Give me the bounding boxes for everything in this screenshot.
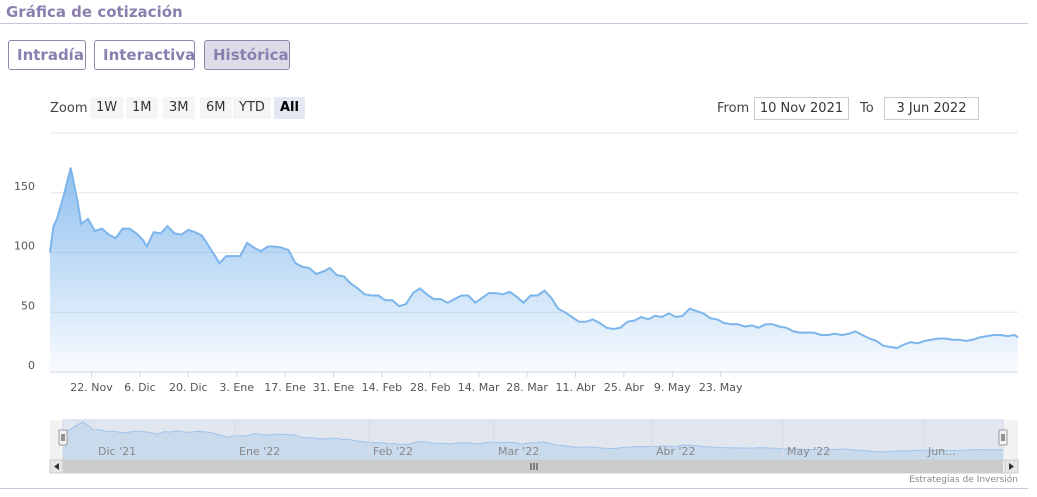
x-tick-label: 11. Abr: [555, 381, 595, 394]
y-tick-label: 150: [14, 180, 35, 193]
navigator-label: May '22: [787, 445, 830, 458]
x-tick-label: 6. Dic: [124, 381, 156, 394]
x-axis: 22. Nov 6. Dic 20. Dic 3. Ene 17. Ene 31. Ene…: [50, 371, 1018, 394]
bottom-divider: [0, 488, 1028, 489]
navigator-label: Abr '22: [656, 445, 696, 458]
navigator-left-handle[interactable]: [58, 429, 68, 446]
y-axis: 0 50 100 150: [14, 180, 35, 372]
x-tick-label: 25. Abr: [604, 381, 644, 394]
x-tick-label: 14. Feb: [362, 381, 402, 394]
x-tick-label: 23. May: [699, 381, 743, 394]
navigator-label: Dic '21: [98, 445, 136, 458]
price-chart: 0 50 100 150 22. Nov 6. Dic 20. Dic 3. Ene 17. …: [14, 132, 1019, 474]
price-area: [50, 167, 1018, 372]
navigator-label: Jun...: [927, 445, 956, 458]
scrollbar[interactable]: [49, 459, 1019, 474]
x-tick-label: 20. Dic: [169, 381, 208, 394]
navigator-label: Ene '22: [239, 445, 280, 458]
y-tick-label: 0: [28, 359, 35, 372]
x-tick-label: 22. Nov: [70, 381, 113, 394]
navigator-right-handle[interactable]: [998, 429, 1008, 446]
x-tick-label: 14. Mar: [458, 381, 500, 394]
navigator-label: Feb '22: [373, 445, 413, 458]
y-tick-label: 50: [21, 299, 35, 312]
x-tick-label: 17. Ene: [264, 381, 306, 394]
x-tick-label: 3. Ene: [219, 381, 254, 394]
scrollbar-thumb[interactable]: [63, 460, 1003, 473]
x-tick-label: 31. Ene: [313, 381, 355, 394]
navigator[interactable]: Dic '21 Ene '22 Feb '22 Mar '22 Abr '22 May '…: [50, 419, 1018, 461]
navigator-label: Mar '22: [498, 445, 539, 458]
y-tick-label: 100: [14, 240, 35, 253]
x-tick-label: 28. Mar: [506, 381, 548, 394]
x-tick-label: 28. Feb: [410, 381, 450, 394]
chart-credits[interactable]: Estrategias de Inversión: [909, 475, 1018, 485]
x-tick-label: 9. May: [654, 381, 691, 394]
